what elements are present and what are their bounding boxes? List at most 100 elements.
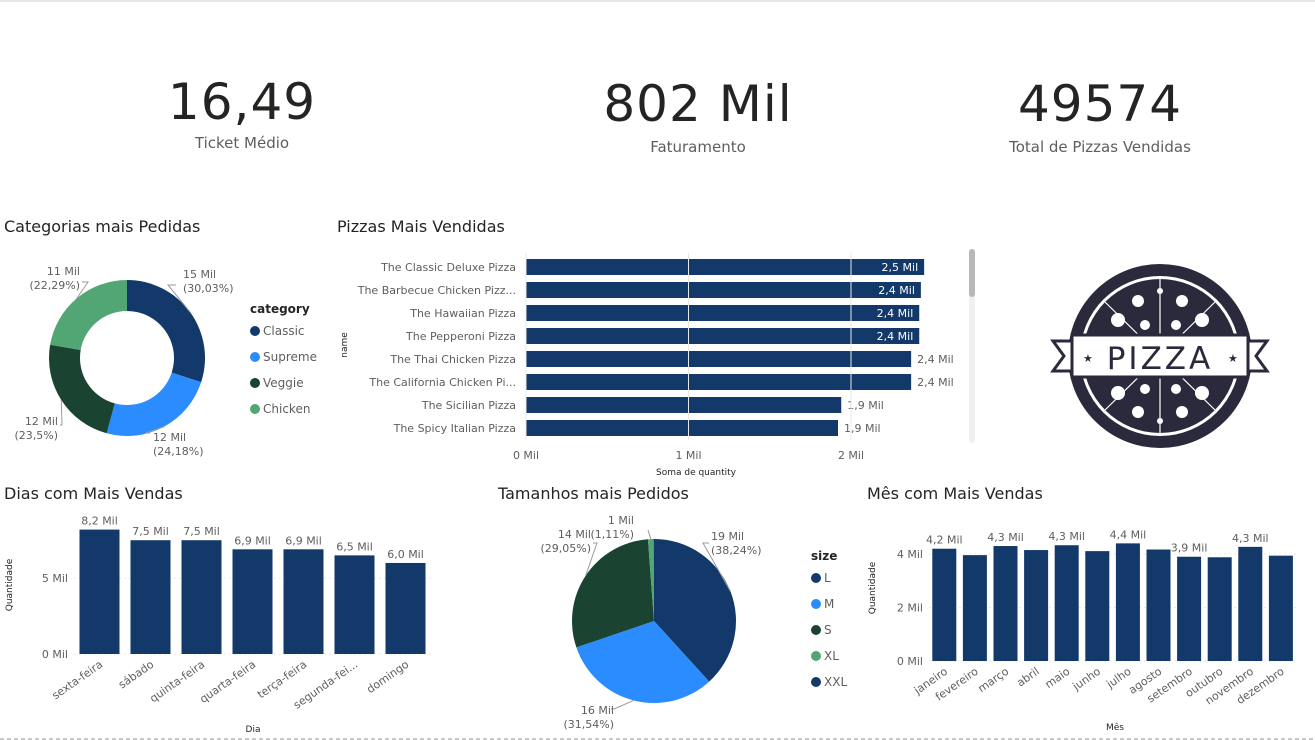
kpi-label: Ticket Médio (194, 134, 290, 152)
legend-marker (250, 352, 260, 362)
x-tick-label: quarta-feira (197, 658, 258, 706)
kpi-ticket-medio: 16,49 Ticket Médio (92, 72, 392, 152)
kpi-value: 802 Mil (603, 75, 793, 133)
data-label: 1,9 Mil (847, 399, 884, 412)
legend-label: XXL (824, 675, 847, 689)
category-label: The California Chicken Pi... (368, 376, 516, 389)
bar (526, 374, 912, 390)
data-label-percent: (38,24%) (711, 544, 762, 557)
legend-label: S (824, 623, 832, 637)
y-tick-label: 0 Mil (897, 655, 923, 668)
x-tick-label: 0 Mil (513, 449, 539, 462)
sizes-pie-chart: 19 Mil(38,24%) 16 Mil(31,54%) 14 Mil(29,05… (540, 514, 847, 731)
data-label-value: 11 Mil (47, 265, 80, 278)
bar (334, 555, 375, 654)
bar (79, 529, 120, 654)
scrollbar-thumb[interactable] (969, 249, 975, 297)
legend-label: M (824, 597, 834, 611)
x-tick-label: sexta-feira (50, 658, 106, 702)
pizzas-bar-chart: The Classic Deluxe Pizza 2,5 Mil The Barbe… (340, 253, 954, 478)
data-label-value: 14 Mil (558, 528, 591, 541)
y-axis-title: Quantidade (5, 558, 15, 611)
x-tick-label: abril (1014, 665, 1041, 690)
data-label: 6,9 Mil (234, 534, 271, 547)
category-label: The Barbecue Chicken Pizz... (357, 284, 516, 297)
categories-donut-chart: 15 Mil(30,03%)12 Mil(24,18%)12 Mil(23,5%… (14, 265, 317, 458)
y-axis-title: name (340, 332, 350, 358)
legend-marker (811, 625, 821, 635)
pie-slice-supreme (106, 372, 202, 436)
days-bar-chart: 0 Mil 5 Mil 8,2 Mil sexta-feira 7,5 Mil sábad… (5, 515, 431, 735)
leader-line (647, 529, 652, 540)
x-axis-title: Soma de quantity (656, 468, 737, 478)
y-tick-label: 2 Mil (897, 602, 923, 615)
x-tick-label: sábado (116, 658, 156, 692)
bar (1146, 549, 1171, 661)
data-label-value: 16 Mil (581, 704, 614, 717)
bar (1054, 545, 1079, 661)
x-axis-title: Dia (246, 725, 261, 735)
y-tick-label: 0 Mil (42, 648, 68, 661)
y-tick-label: 5 Mil (42, 572, 68, 585)
kpi-value: 16,49 (167, 73, 317, 131)
data-label-percent: (23,5%) (14, 429, 58, 442)
data-label-value: 1 Mil (608, 514, 634, 527)
category-label: The Classic Deluxe Pizza (380, 261, 516, 274)
category-label: The Sicilian Pizza (421, 399, 516, 412)
chart-title-categories: Categorias mais Pedidas (4, 217, 201, 236)
bar (1085, 551, 1110, 661)
data-label: 2,4 Mil (917, 376, 954, 389)
bar (932, 548, 957, 661)
data-label: 7,5 Mil (183, 525, 220, 538)
bar (526, 305, 920, 321)
x-tick-label: 1 Mil (675, 449, 701, 462)
bar (1177, 556, 1202, 661)
data-label: 4,2 Mil (926, 534, 963, 547)
x-axis-title: Mês (1106, 722, 1124, 733)
data-label-percent: (30,03%) (183, 282, 234, 295)
star-icon: ★ (1228, 352, 1238, 365)
legend-label: Chicken (263, 402, 310, 416)
y-tick-label: 4 Mil (897, 548, 923, 561)
data-label-value: 15 Mil (183, 268, 216, 281)
kpi-faturamento: 802 Mil Faturamento (548, 74, 848, 156)
data-label: 4,3 Mil (1232, 532, 1269, 545)
bar (526, 351, 912, 367)
data-label: 2,5 Mil (882, 261, 919, 274)
x-tick-label: março (975, 665, 1011, 696)
legend-marker (811, 651, 821, 661)
legend-title: category (250, 302, 310, 316)
legend-marker (811, 599, 821, 609)
data-label: 2,4 Mil (877, 307, 914, 320)
bar (1238, 546, 1263, 661)
x-tick-label: 2 Mil (838, 449, 864, 462)
data-label-value: 12 Mil (25, 415, 58, 428)
data-label-value: 19 Mil (711, 530, 744, 543)
data-label: 8,2 Mil (81, 515, 118, 528)
chart-title-pizzas: Pizzas Mais Vendidas (337, 217, 505, 236)
x-tick-label: junho (1070, 665, 1104, 694)
pizzas-scrollbar[interactable] (969, 249, 975, 443)
bar (962, 555, 987, 661)
data-label: 2,4 Mil (917, 353, 954, 366)
bar (526, 282, 921, 298)
data-label: 2,4 Mil (877, 330, 914, 343)
data-label: 4,3 Mil (987, 531, 1024, 544)
data-label: 6,0 Mil (387, 548, 424, 561)
top-border (0, 0, 1315, 2)
data-label-percent: (1,11%) (590, 528, 634, 541)
kpi-label: Faturamento (650, 138, 746, 156)
data-label: 6,9 Mil (285, 534, 322, 547)
bar (526, 328, 920, 344)
bar (526, 259, 925, 275)
category-label: The Spicy Italian Pizza (393, 422, 516, 435)
bar (1268, 555, 1293, 661)
bar (526, 420, 838, 436)
leader-line (60, 399, 63, 426)
y-axis-title: Quantidade (868, 561, 878, 614)
bar (385, 562, 426, 654)
pie-slice-classic (127, 280, 205, 383)
data-label-percent: (24,18%) (153, 445, 204, 458)
legend-label: L (824, 571, 831, 585)
x-tick-label: domingo (364, 658, 411, 696)
